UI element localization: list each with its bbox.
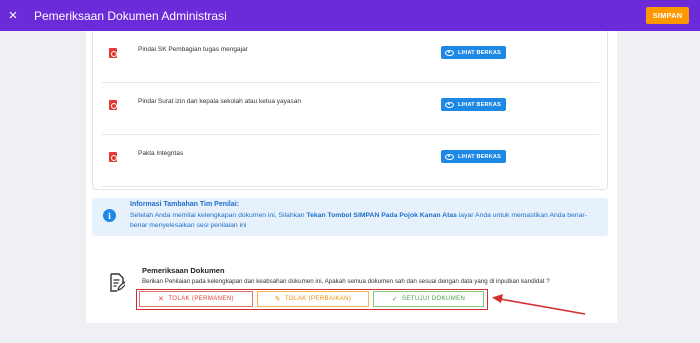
approve-label: SETUJUI DOKUMEN	[401, 296, 466, 302]
view-file-button[interactable]: LIHAT BERKAS	[441, 46, 506, 59]
page-title: Pemeriksaan Dokumen Administrasi	[34, 8, 227, 23]
approve-button[interactable]: ✓ SETUJUI DOKUMEN	[373, 291, 484, 307]
view-file-label: LIHAT BERKAS	[458, 49, 501, 56]
eye-icon	[445, 153, 454, 160]
document-label: Pakta Integritas	[138, 150, 184, 157]
info-icon: i	[103, 209, 116, 222]
view-file-label: LIHAT BERKAS	[458, 101, 501, 108]
info-text-bold: Tekan Tombol SIMPAN Pada Pojok Kanan Ata…	[306, 212, 457, 219]
top-bar: × Pemeriksaan Dokumen Administrasi	[0, 0, 700, 31]
close-icon: ✕	[158, 296, 165, 303]
reject-permanent-label: TOLAK (PERMANEN)	[168, 296, 234, 302]
info-alert: i Informasi Tambahan Tim Penilai: Setela…	[92, 198, 608, 236]
view-file-button[interactable]: LIHAT BERKAS	[441, 150, 506, 163]
document-list: Pindai SK Pembagian tugas mengajar LIHAT…	[92, 31, 608, 190]
pdf-icon	[109, 48, 117, 58]
view-file-button[interactable]: LIHAT BERKAS	[441, 98, 506, 111]
document-row: Pindai Surat izin dari kepala sekolah at…	[102, 83, 599, 135]
save-button[interactable]: SIMPAN	[646, 7, 689, 24]
pencil-icon: ✎	[274, 296, 281, 303]
close-icon[interactable]: ×	[0, 7, 26, 24]
reject-fix-label: TOLAK (PERBAIKAN)	[284, 296, 352, 302]
document-row: Pakta Integritas LIHAT BERKAS	[102, 135, 599, 187]
review-description: Berikan Penilaian pada kelengkapan dan k…	[142, 278, 550, 285]
view-file-label: LIHAT BERKAS	[458, 153, 501, 160]
pdf-icon	[109, 152, 117, 162]
document-edit-icon	[110, 273, 125, 292]
eye-icon	[445, 49, 454, 56]
pdf-icon	[109, 100, 117, 110]
info-title: Informasi Tambahan Tim Penilai:	[130, 201, 240, 208]
info-text-start: Setelah Anda memilai kelengkapan dokumen…	[130, 212, 307, 219]
eye-icon	[445, 101, 454, 108]
document-label: Pindai Surat izin dari kepala sekolah at…	[138, 98, 301, 105]
info-text: Setelah Anda memilai kelengkapan dokumen…	[130, 211, 600, 231]
reject-fix-button[interactable]: ✎ TOLAK (PERBAIKAN)	[257, 291, 369, 307]
document-row: Pindai SK Pembagian tugas mengajar LIHAT…	[102, 31, 599, 83]
check-icon: ✓	[391, 296, 398, 303]
document-label: Pindai SK Pembagian tugas mengajar	[138, 46, 248, 53]
reject-permanent-button[interactable]: ✕ TOLAK (PERMANEN)	[139, 291, 253, 307]
review-title: Pemeriksaan Dokumen	[142, 266, 225, 275]
